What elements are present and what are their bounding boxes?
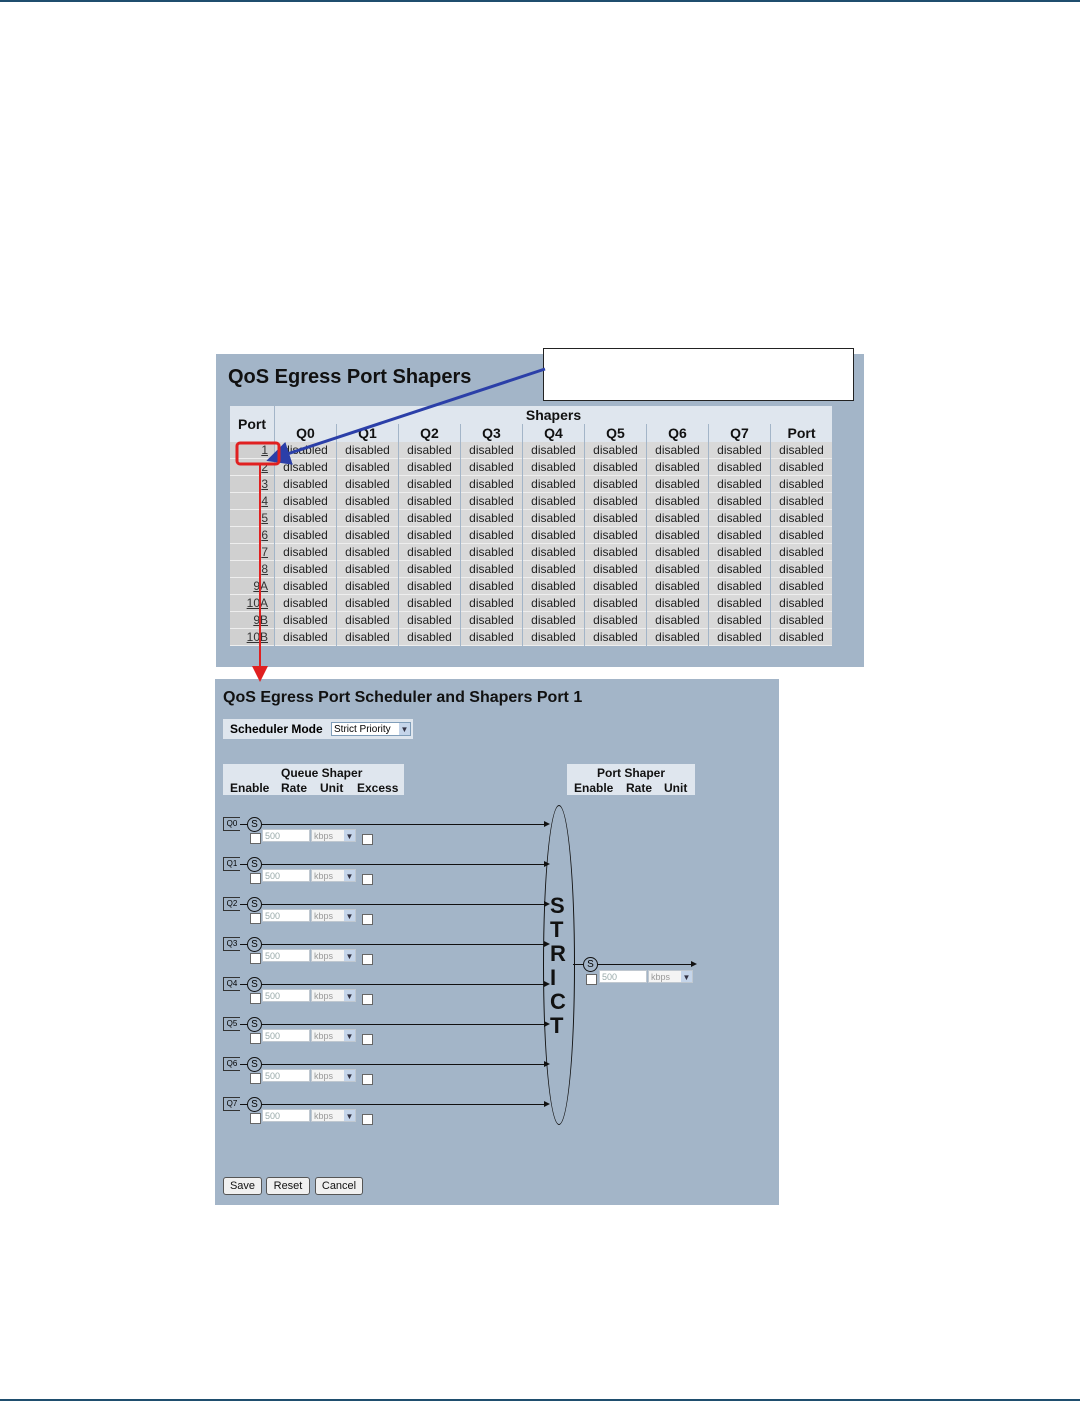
- callout-arrow: [266, 367, 546, 465]
- port-1-highlight: [235, 441, 281, 466]
- annotation-overlay: [235, 367, 546, 682]
- bottom-rule: [0, 1399, 1080, 1401]
